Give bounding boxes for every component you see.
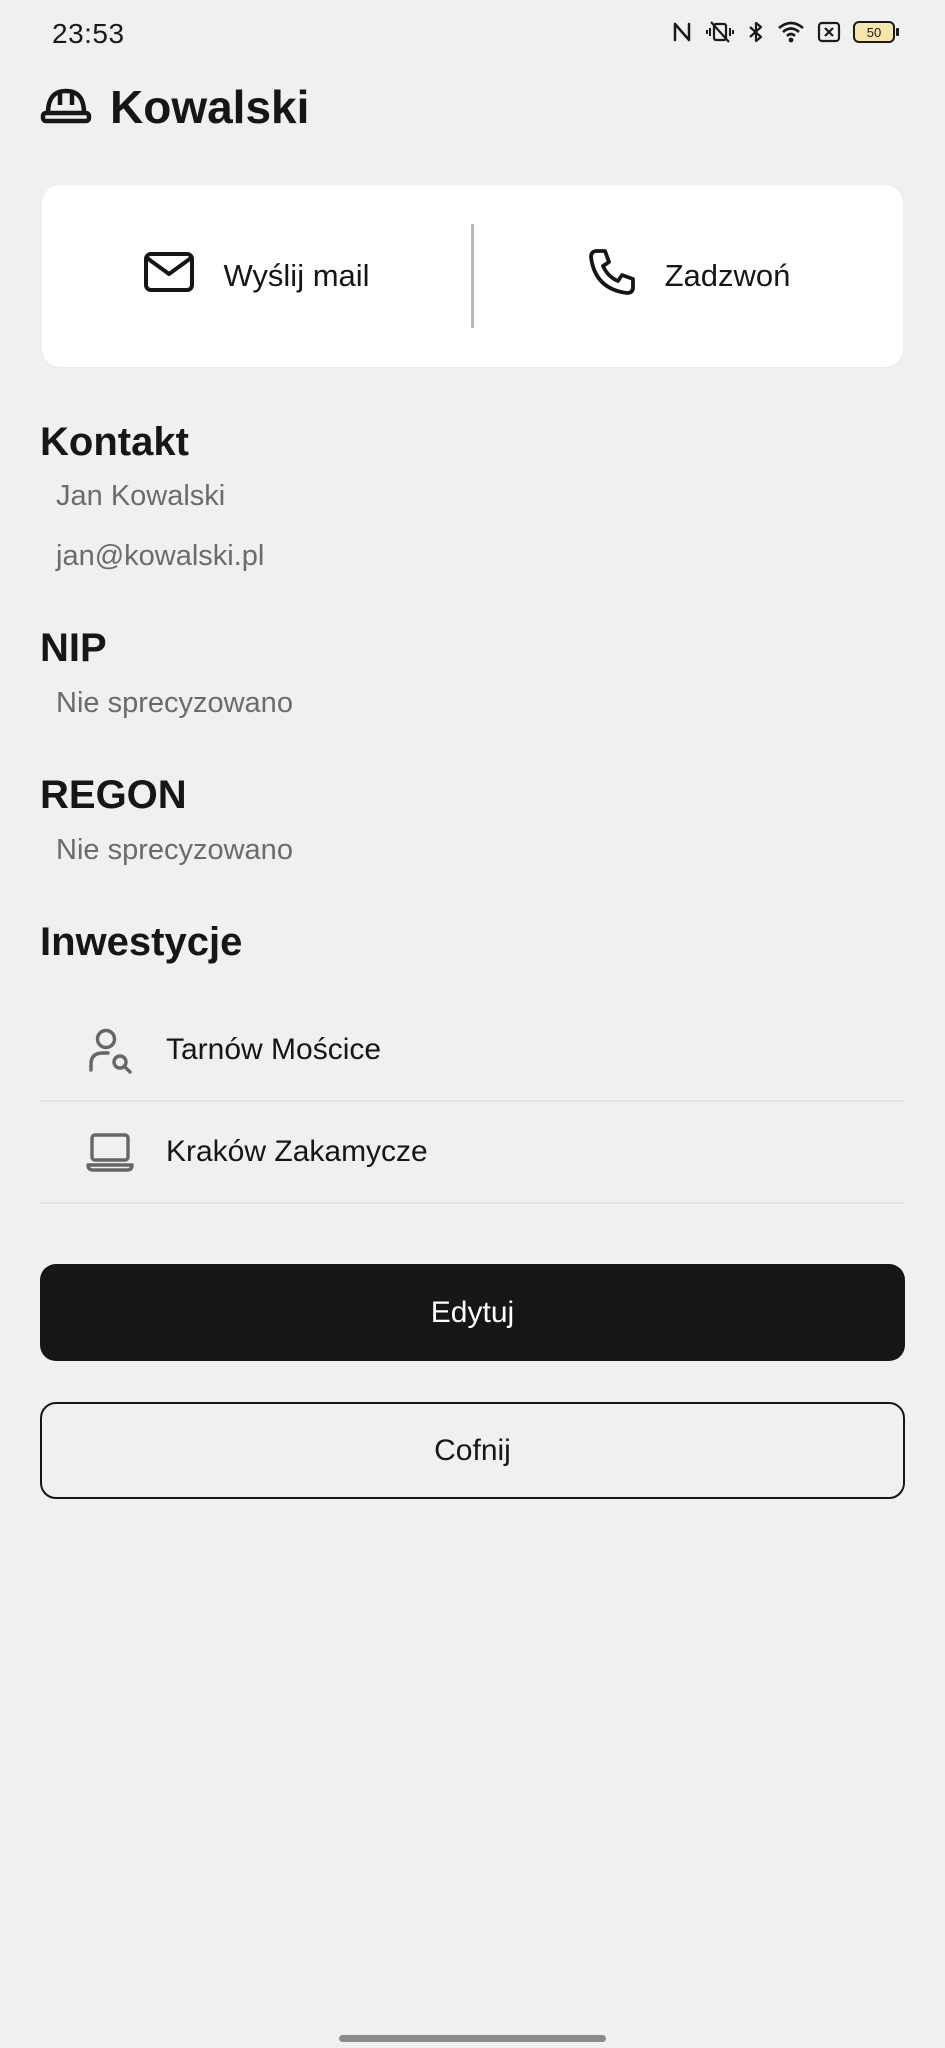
regon-value: Nie sprecyzowano bbox=[56, 834, 293, 866]
call-button[interactable]: Zadzwoń bbox=[474, 185, 903, 367]
send-mail-button[interactable]: Wyślij mail bbox=[42, 185, 471, 367]
vibrate-mute-icon bbox=[705, 20, 735, 44]
contact-email[interactable]: jan@kowalski.pl bbox=[56, 540, 264, 573]
user-search-icon bbox=[82, 1026, 138, 1074]
hard-hat-icon bbox=[40, 85, 92, 130]
edit-button[interactable]: Edytuj bbox=[40, 1264, 905, 1361]
contact-actions-card: Wyślij mail Zadzwoń bbox=[42, 185, 903, 367]
investment-label: Kraków Zakamycze bbox=[166, 1135, 428, 1168]
investment-item-krakow[interactable]: Kraków Zakamycze bbox=[40, 1102, 904, 1204]
status-bar: 23:53 50 bbox=[0, 0, 945, 72]
call-label: Zadzwoń bbox=[664, 258, 791, 293]
investments-list: Tarnów Mościce Kraków Zakamycze bbox=[40, 1000, 904, 1204]
status-icons: 50 bbox=[671, 20, 899, 44]
home-indicator[interactable] bbox=[339, 2035, 606, 2042]
header: Kowalski bbox=[40, 80, 309, 134]
battery-level: 50 bbox=[866, 24, 882, 40]
nfc-icon bbox=[671, 20, 693, 44]
investment-item-tarnow[interactable]: Tarnów Mościce bbox=[40, 1000, 904, 1102]
investment-label: Tarnów Mościce bbox=[166, 1033, 382, 1066]
back-button[interactable]: Cofnij bbox=[40, 1402, 905, 1499]
mail-icon bbox=[143, 251, 195, 301]
sim-x-icon bbox=[817, 20, 841, 44]
send-mail-label: Wyślij mail bbox=[223, 258, 370, 293]
regon-heading: REGON bbox=[40, 773, 187, 817]
nip-heading: NIP bbox=[40, 626, 107, 670]
bluetooth-icon bbox=[747, 20, 765, 44]
contact-heading: Kontakt bbox=[40, 420, 189, 464]
battery-icon: 50 bbox=[853, 21, 899, 43]
wifi-icon bbox=[777, 20, 805, 44]
contact-name: Jan Kowalski bbox=[56, 480, 226, 512]
phone-icon bbox=[587, 247, 637, 305]
laptop-icon bbox=[82, 1131, 138, 1173]
status-time: 23:53 bbox=[52, 18, 125, 49]
page-title: Kowalski bbox=[110, 81, 310, 133]
investments-heading: Inwestycje bbox=[40, 920, 243, 964]
nip-value: Nie sprecyzowano bbox=[56, 687, 293, 719]
